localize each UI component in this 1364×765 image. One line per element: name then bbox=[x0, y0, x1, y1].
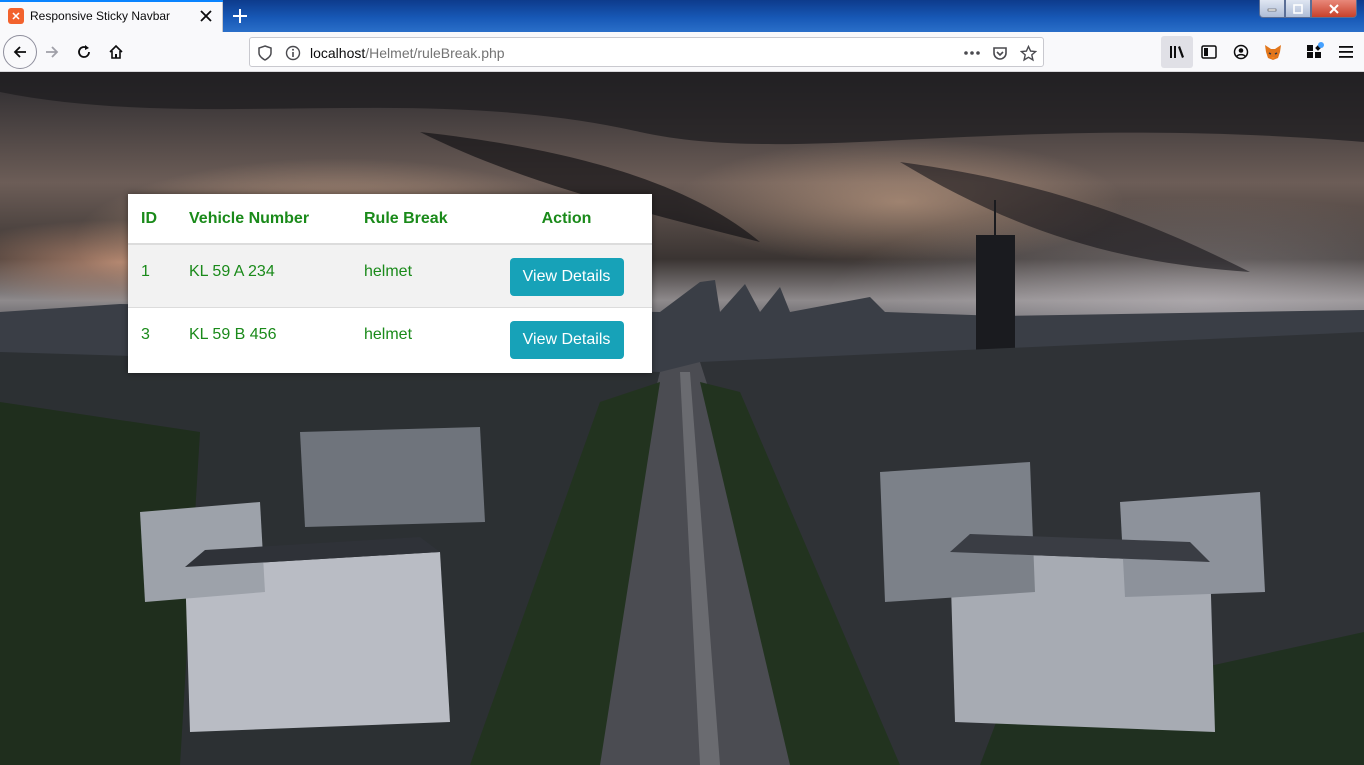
cell-rule-break: helmet bbox=[351, 244, 481, 307]
account-icon[interactable] bbox=[1225, 36, 1257, 68]
maximize-button[interactable] bbox=[1285, 0, 1311, 18]
view-details-button[interactable]: View Details bbox=[509, 320, 624, 359]
header-rule-break: Rule Break bbox=[351, 194, 481, 245]
plus-icon[interactable] bbox=[228, 4, 252, 28]
cell-action: View Details bbox=[481, 306, 652, 370]
info-icon[interactable] bbox=[284, 44, 302, 62]
minimize-button[interactable] bbox=[1259, 0, 1285, 18]
xampp-icon: ✕ bbox=[8, 8, 24, 24]
star-icon[interactable] bbox=[1019, 44, 1037, 62]
page-viewport: ID Vehicle Number Rule Break Action 1 KL… bbox=[0, 72, 1364, 765]
table-row: 1 KL 59 A 234 helmet View Details bbox=[128, 244, 652, 307]
cell-vehicle-number: KL 59 A 234 bbox=[176, 244, 351, 307]
tab-strip: ✕ Responsive Sticky Navbar bbox=[0, 0, 1364, 32]
header-vehicle-number: Vehicle Number bbox=[176, 194, 351, 245]
pocket-icon[interactable] bbox=[991, 44, 1009, 62]
menu-icon[interactable] bbox=[1330, 36, 1362, 68]
fox-icon[interactable] bbox=[1257, 36, 1289, 68]
city-background-image bbox=[0, 72, 1364, 765]
tab-title: Responsive Sticky Navbar bbox=[30, 9, 171, 23]
home-icon[interactable] bbox=[100, 36, 132, 68]
library-icon[interactable] bbox=[1161, 36, 1193, 68]
navigation-toolbar: localhost/Helmet/ruleBreak.php bbox=[0, 32, 1364, 72]
close-icon[interactable] bbox=[196, 6, 216, 26]
cell-rule-break: helmet bbox=[351, 306, 481, 370]
address-bar[interactable]: localhost/Helmet/ruleBreak.php bbox=[249, 37, 1044, 67]
table-header-row: ID Vehicle Number Rule Break Action bbox=[128, 194, 652, 245]
header-action: Action bbox=[481, 194, 652, 245]
sidebar-icon[interactable] bbox=[1193, 36, 1225, 68]
url-text[interactable]: localhost/Helmet/ruleBreak.php bbox=[310, 45, 505, 61]
shield-icon[interactable] bbox=[256, 44, 274, 62]
url-host: localhost bbox=[310, 45, 366, 61]
cell-vehicle-number: KL 59 B 456 bbox=[176, 306, 351, 370]
rule-break-table-card: ID Vehicle Number Rule Break Action 1 KL… bbox=[128, 194, 652, 373]
browser-tab[interactable]: ✕ Responsive Sticky Navbar bbox=[0, 0, 223, 32]
cell-action: View Details bbox=[481, 244, 652, 307]
notification-dot bbox=[1318, 42, 1324, 48]
back-arrow-icon[interactable] bbox=[3, 35, 37, 69]
rule-break-table: ID Vehicle Number Rule Break Action 1 KL… bbox=[128, 194, 652, 370]
reload-icon[interactable] bbox=[68, 36, 100, 68]
table-row: 3 KL 59 B 456 helmet View Details bbox=[128, 306, 652, 370]
more-icon[interactable] bbox=[963, 44, 981, 62]
cell-id: 3 bbox=[128, 306, 176, 370]
header-id: ID bbox=[128, 194, 176, 245]
url-path: /Helmet/ruleBreak.php bbox=[365, 45, 505, 61]
extensions-icon[interactable] bbox=[1298, 36, 1330, 68]
forward-arrow-icon[interactable] bbox=[36, 36, 68, 68]
cell-id: 1 bbox=[128, 244, 176, 307]
view-details-button[interactable]: View Details bbox=[509, 258, 624, 296]
window-close-button[interactable] bbox=[1311, 0, 1357, 18]
window-controls bbox=[1259, 0, 1357, 18]
